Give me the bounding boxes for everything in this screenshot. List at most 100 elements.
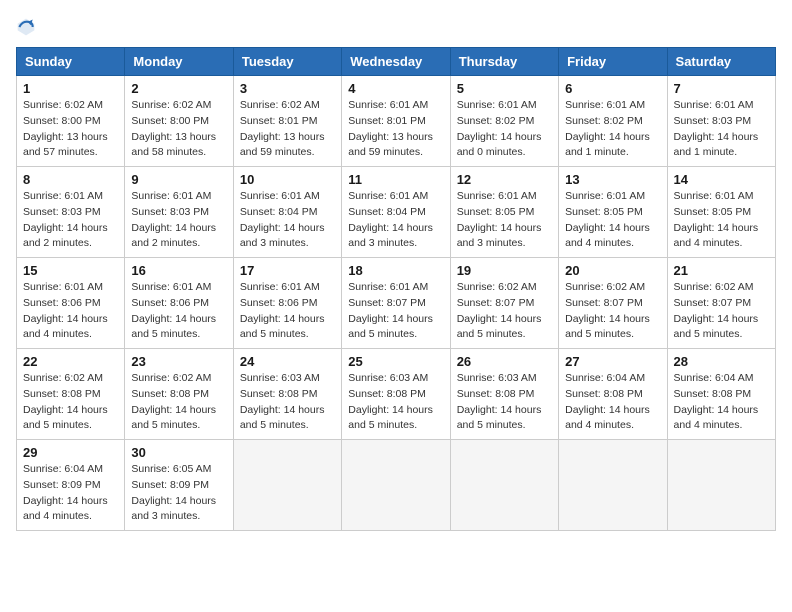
calendar-cell: 13 Sunrise: 6:01 AMSunset: 8:05 PMDayligh… — [559, 167, 667, 258]
day-info: Sunrise: 6:01 AMSunset: 8:07 PMDaylight:… — [348, 280, 443, 343]
sunset-label: Sunset: 8:08 PM — [23, 388, 101, 400]
sunset-label: Sunset: 8:08 PM — [674, 388, 752, 400]
day-number: 30 — [131, 445, 226, 460]
sunrise-label: Sunrise: 6:03 AM — [348, 372, 428, 384]
sunrise-label: Sunrise: 6:03 AM — [457, 372, 537, 384]
sunset-label: Sunset: 8:06 PM — [23, 297, 101, 309]
daylight-label: Daylight: 14 hours and 4 minutes. — [565, 222, 650, 250]
calendar-table: SundayMondayTuesdayWednesdayThursdayFrid… — [16, 47, 776, 531]
calendar-cell: 6Sunrise: 6:01 AMSunset: 8:02 PMDaylight… — [559, 76, 667, 167]
calendar-cell: 10Sunrise: 6:01 AMSunset: 8:04 PMDayligh… — [233, 167, 341, 258]
daylight-label: Daylight: 14 hours and 4 minutes. — [674, 222, 759, 250]
sunrise-label: Sunrise: 6:02 AM — [23, 99, 103, 111]
daylight-label: Daylight: 14 hours and 3 minutes. — [240, 222, 325, 250]
sunrise-label: Sunrise: 6:01 AM — [457, 190, 537, 202]
day-info: Sunrise: 6:02 AMSunset: 8:00 PMDaylight:… — [23, 98, 118, 161]
calendar-cell — [450, 440, 558, 531]
daylight-label: Daylight: 14 hours and 3 minutes. — [131, 495, 216, 523]
daylight-label: Daylight: 14 hours and 4 minutes. — [23, 313, 108, 341]
weekday-header-saturday: Saturday — [667, 48, 775, 76]
sunset-label: Sunset: 8:08 PM — [240, 388, 318, 400]
daylight-label: Daylight: 14 hours and 4 minutes. — [565, 404, 650, 432]
weekday-header-monday: Monday — [125, 48, 233, 76]
daylight-label: Daylight: 14 hours and 1 minute. — [674, 131, 759, 159]
day-number: 14 — [674, 172, 769, 187]
day-info: Sunrise: 6:04 AM Sunset: 8:08 PM Daylight:… — [674, 371, 769, 434]
logo-icon — [16, 17, 36, 37]
day-info: Sunrise: 6:03 AMSunset: 8:08 PMDaylight:… — [240, 371, 335, 434]
day-info: Sunrise: 6:01 AMSunset: 8:06 PMDaylight:… — [131, 280, 226, 343]
day-info: Sunrise: 6:04 AMSunset: 8:08 PMDaylight:… — [565, 371, 660, 434]
sunset-label: Sunset: 8:03 PM — [674, 115, 752, 127]
calendar-cell: 21Sunrise: 6:02 AMSunset: 8:07 PMDayligh… — [667, 258, 775, 349]
sunset-label: Sunset: 8:01 PM — [348, 115, 426, 127]
day-info: Sunrise: 6:02 AMSunset: 8:00 PMDaylight:… — [131, 98, 226, 161]
day-number: 29 — [23, 445, 118, 460]
day-info: Sunrise: 6:01 AMSunset: 8:05 PMDaylight:… — [565, 189, 660, 252]
sunrise-label: Sunrise: 6:01 AM — [348, 99, 428, 111]
day-info: Sunrise: 6:01 AMSunset: 8:04 PMDaylight:… — [240, 189, 335, 252]
calendar-cell: 9Sunrise: 6:01 AMSunset: 8:03 PMDaylight… — [125, 167, 233, 258]
sunrise-label: Sunrise: 6:02 AM — [240, 99, 320, 111]
day-number: 25 — [348, 354, 443, 369]
sunset-label: Sunset: 8:07 PM — [348, 297, 426, 309]
sunset-label: Sunset: 8:08 PM — [457, 388, 535, 400]
sunrise-label: Sunrise: 6:02 AM — [565, 281, 645, 293]
daylight-label: Daylight: 13 hours and 57 minutes. — [23, 131, 108, 159]
day-info: Sunrise: 6:05 AMSunset: 8:09 PMDaylight:… — [131, 462, 226, 525]
calendar-cell: 12Sunrise: 6:01 AMSunset: 8:05 PMDayligh… — [450, 167, 558, 258]
calendar-cell: 4Sunrise: 6:01 AMSunset: 8:01 PMDaylight… — [342, 76, 450, 167]
sunrise-label: Sunrise: 6:01 AM — [674, 190, 754, 202]
page-header — [16, 16, 776, 37]
daylight-label: Daylight: 14 hours and 5 minutes. — [240, 313, 325, 341]
calendar-week-row-1: 1Sunrise: 6:02 AMSunset: 8:00 PMDaylight… — [17, 76, 776, 167]
day-number: 13 — [565, 172, 660, 187]
day-number: 17 — [240, 263, 335, 278]
calendar-cell: 26Sunrise: 6:03 AMSunset: 8:08 PMDayligh… — [450, 349, 558, 440]
day-info: Sunrise: 6:03 AMSunset: 8:08 PMDaylight:… — [348, 371, 443, 434]
sunrise-label: Sunrise: 6:04 AM — [565, 372, 645, 384]
sunrise-label: Sunrise: 6:04 AM — [674, 372, 754, 384]
sunset-label: Sunset: 8:01 PM — [240, 115, 318, 127]
sunset-label: Sunset: 8:00 PM — [131, 115, 209, 127]
daylight-label: Daylight: 14 hours and 5 minutes. — [131, 404, 216, 432]
calendar-week-row-5: 29Sunrise: 6:04 AMSunset: 8:09 PMDayligh… — [17, 440, 776, 531]
calendar-cell: 1Sunrise: 6:02 AMSunset: 8:00 PMDaylight… — [17, 76, 125, 167]
day-info: Sunrise: 6:02 AMSunset: 8:07 PMDaylight:… — [674, 280, 769, 343]
calendar-cell: 5Sunrise: 6:01 AMSunset: 8:02 PMDaylight… — [450, 76, 558, 167]
day-info: Sunrise: 6:02 AMSunset: 8:07 PMDaylight:… — [565, 280, 660, 343]
daylight-label: Daylight: 14 hours and 5 minutes. — [23, 404, 108, 432]
calendar-week-row-2: 8 Sunrise: 6:01 AM Sunset: 8:03 PM Daylight… — [17, 167, 776, 258]
day-number: 23 — [131, 354, 226, 369]
daylight-label: Daylight: 14 hours and 5 minutes. — [131, 313, 216, 341]
calendar-cell: 19Sunrise: 6:02 AMSunset: 8:07 PMDayligh… — [450, 258, 558, 349]
weekday-header-row: SundayMondayTuesdayWednesdayThursdayFrid… — [17, 48, 776, 76]
sunset-label: Sunset: 8:03 PM — [23, 206, 101, 218]
day-info: Sunrise: 6:01 AMSunset: 8:02 PMDaylight:… — [565, 98, 660, 161]
sunset-label: Sunset: 8:05 PM — [674, 206, 752, 218]
day-number: 27 — [565, 354, 660, 369]
calendar-cell: 28 Sunrise: 6:04 AM Sunset: 8:08 PM Dayligh… — [667, 349, 775, 440]
sunset-label: Sunset: 8:08 PM — [131, 388, 209, 400]
calendar-cell: 15Sunrise: 6:01 AMSunset: 8:06 PMDayligh… — [17, 258, 125, 349]
day-number: 18 — [348, 263, 443, 278]
logo — [16, 16, 40, 37]
sunrise-label: Sunrise: 6:01 AM — [565, 99, 645, 111]
day-number: 28 — [674, 354, 769, 369]
calendar-cell: 11Sunrise: 6:01 AMSunset: 8:04 PMDayligh… — [342, 167, 450, 258]
calendar-week-row-4: 22Sunrise: 6:02 AMSunset: 8:08 PMDayligh… — [17, 349, 776, 440]
daylight-label: Daylight: 14 hours and 5 minutes. — [240, 404, 325, 432]
calendar-cell: 8Sunrise: 6:01 AMSunset: 8:03 PMDaylight… — [17, 167, 125, 258]
day-number: 26 — [457, 354, 552, 369]
daylight-label: Daylight: 14 hours and 4 minutes. — [23, 495, 108, 523]
sunset-label: Sunset: 8:06 PM — [240, 297, 318, 309]
weekday-header-tuesday: Tuesday — [233, 48, 341, 76]
sunset-label: Sunset: 8:04 PM — [240, 206, 318, 218]
day-info: Sunrise: 6:01 AMSunset: 8:06 PMDaylight:… — [240, 280, 335, 343]
sunset-label: Sunset: 8:02 PM — [565, 115, 643, 127]
sunrise-label: Sunrise: 6:01 AM — [674, 99, 754, 111]
sunrise-label: Sunrise: 6:02 AM — [23, 372, 103, 384]
day-number: 3 — [240, 81, 335, 96]
daylight-label: Daylight: 14 hours and 4 minutes. — [674, 404, 759, 432]
day-number: 8 — [23, 172, 118, 187]
